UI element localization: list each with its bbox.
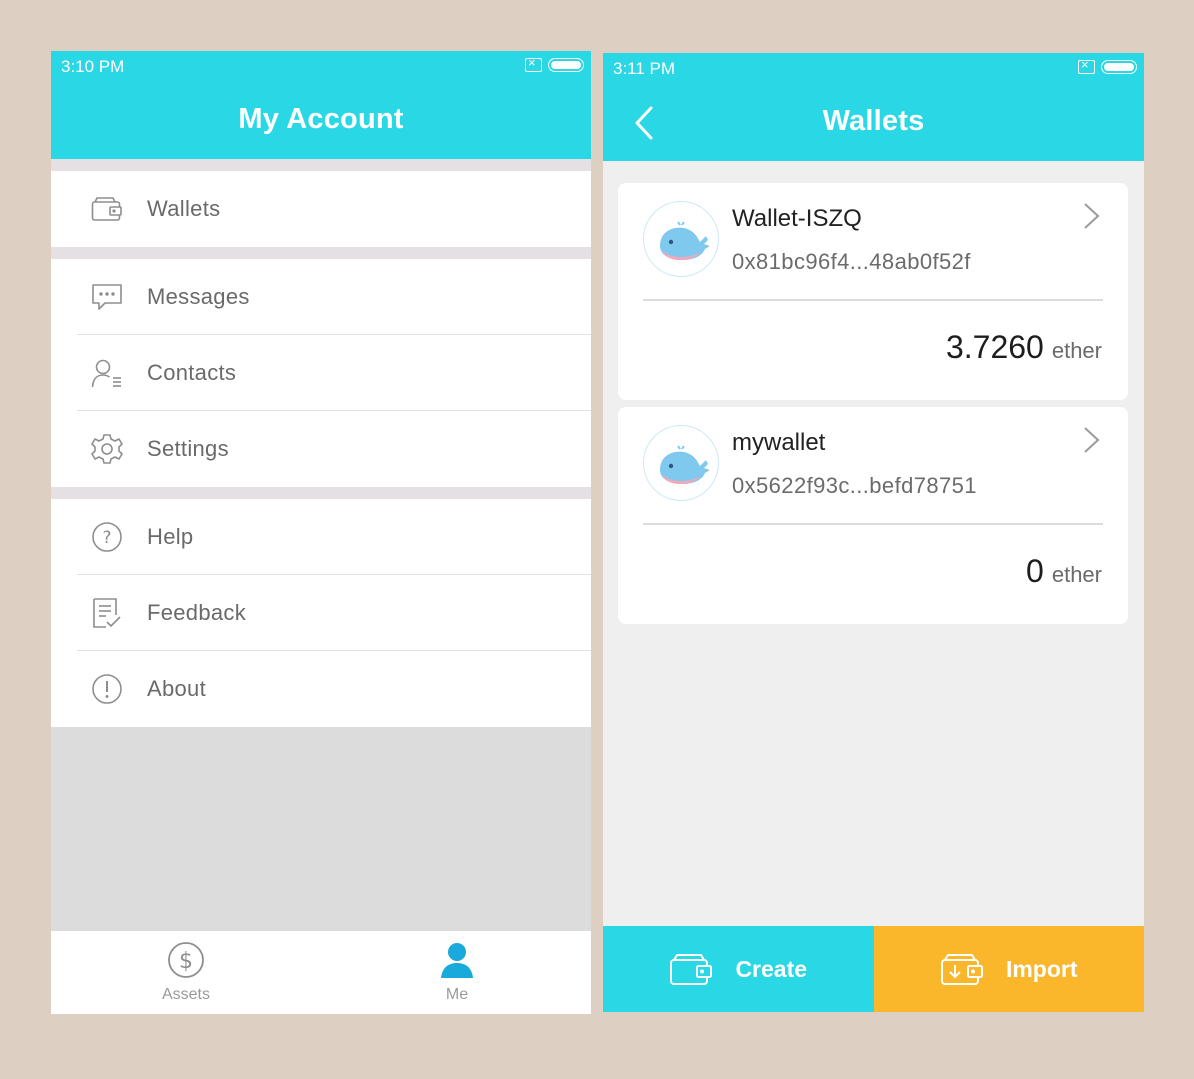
status-time: 3:10 PM: [61, 57, 125, 76]
menu-item-feedback[interactable]: Feedback: [51, 575, 591, 651]
balance-unit: ether: [1051, 338, 1102, 363]
wallet-balance: 3.7260 ether: [946, 329, 1102, 366]
svg-text:?: ?: [102, 528, 111, 548]
menu-item-help[interactable]: ? Help: [51, 499, 591, 575]
wallet-address: 0x81bc96f4...48ab0f52f: [732, 249, 971, 274]
page-title: My Account: [238, 103, 404, 135]
menu-item-label: Help: [147, 524, 194, 549]
wallet-address: 0x5622f93c...befd78751: [732, 473, 977, 498]
balance-unit: ether: [1051, 562, 1102, 587]
menu-item-contacts[interactable]: Contacts: [51, 335, 591, 411]
balance-value: 3.7260: [945, 329, 1044, 365]
svg-text:$: $: [179, 949, 193, 974]
tab-me[interactable]: Me: [397, 941, 517, 1004]
wallet-add-icon: [670, 954, 713, 985]
no-sim-icon: [525, 55, 542, 72]
menu-item-label: Messages: [147, 284, 250, 309]
wallets-screen: 3:11 PM Wallets Wallet-ISZQ 0x81bc96f4..…: [603, 53, 1144, 1012]
person-icon: [441, 943, 473, 978]
menu-item-about[interactable]: About: [51, 651, 591, 727]
chevron-right-icon: [1084, 203, 1100, 229]
whale-avatar-icon: [643, 425, 719, 501]
status-time: 3:11 PM: [613, 59, 676, 78]
app-bar: 3:10 PM My Account: [51, 51, 591, 159]
divider: [643, 299, 1103, 301]
contacts-icon: [90, 356, 124, 390]
wallet-name: mywallet: [732, 429, 826, 456]
wallet-card[interactable]: mywallet 0x5622f93c...befd78751 0 ether: [618, 407, 1128, 624]
page-title: Wallets: [822, 105, 925, 137]
my-account-screen: 3:10 PM My Account Wallets Messages: [51, 51, 591, 1014]
battery-icon: [1101, 60, 1137, 74]
account-menu: Wallets Messages Contacts Settings ? Hel…: [51, 159, 591, 727]
menu-item-messages[interactable]: Messages: [51, 259, 591, 335]
menu-item-settings[interactable]: Settings: [51, 411, 591, 487]
divider: [643, 523, 1103, 525]
dollar-circle-icon: $: [168, 942, 204, 978]
message-bubble-icon: [90, 280, 124, 314]
exclamation-circle-icon: [90, 672, 124, 706]
status-icons: [1078, 57, 1137, 74]
menu-item-wallets[interactable]: Wallets: [51, 171, 591, 247]
app-bar: 3:11 PM Wallets: [603, 53, 1144, 161]
gear-icon: [90, 432, 124, 466]
create-label: Create: [735, 955, 808, 982]
wallet-card[interactable]: Wallet-ISZQ 0x81bc96f4...48ab0f52f 3.726…: [618, 183, 1128, 400]
import-wallet-button[interactable]: Import: [873, 926, 1144, 1012]
status-icons: [525, 55, 584, 72]
question-circle-icon: ?: [90, 520, 124, 554]
menu-item-label: Feedback: [147, 600, 247, 625]
balance-value: 0: [1026, 553, 1044, 589]
whale-avatar-icon: [643, 201, 719, 277]
wallet-action-bar: Create Import: [603, 926, 1144, 1012]
battery-icon: [548, 58, 584, 72]
feedback-doc-icon: [90, 596, 124, 630]
wallet-icon: [90, 192, 124, 226]
import-label: Import: [1005, 955, 1078, 982]
menu-item-label: About: [147, 676, 206, 701]
tab-label: Me: [445, 986, 469, 1003]
wallet-balance: 0 ether: [1026, 553, 1102, 590]
wallet-import-icon: [940, 954, 983, 985]
menu-item-label: Settings: [147, 436, 229, 461]
chevron-right-icon: [1084, 427, 1100, 453]
wallet-name: Wallet-ISZQ: [732, 205, 862, 232]
menu-item-label: Contacts: [147, 360, 237, 385]
create-wallet-button[interactable]: Create: [603, 926, 874, 1012]
bottom-tab-bar: $ Assets Me: [51, 931, 591, 1014]
tab-label: Assets: [161, 986, 210, 1003]
no-sim-icon: [1078, 57, 1095, 74]
tab-assets[interactable]: $ Assets: [126, 941, 246, 1004]
menu-item-label: Wallets: [147, 196, 221, 221]
